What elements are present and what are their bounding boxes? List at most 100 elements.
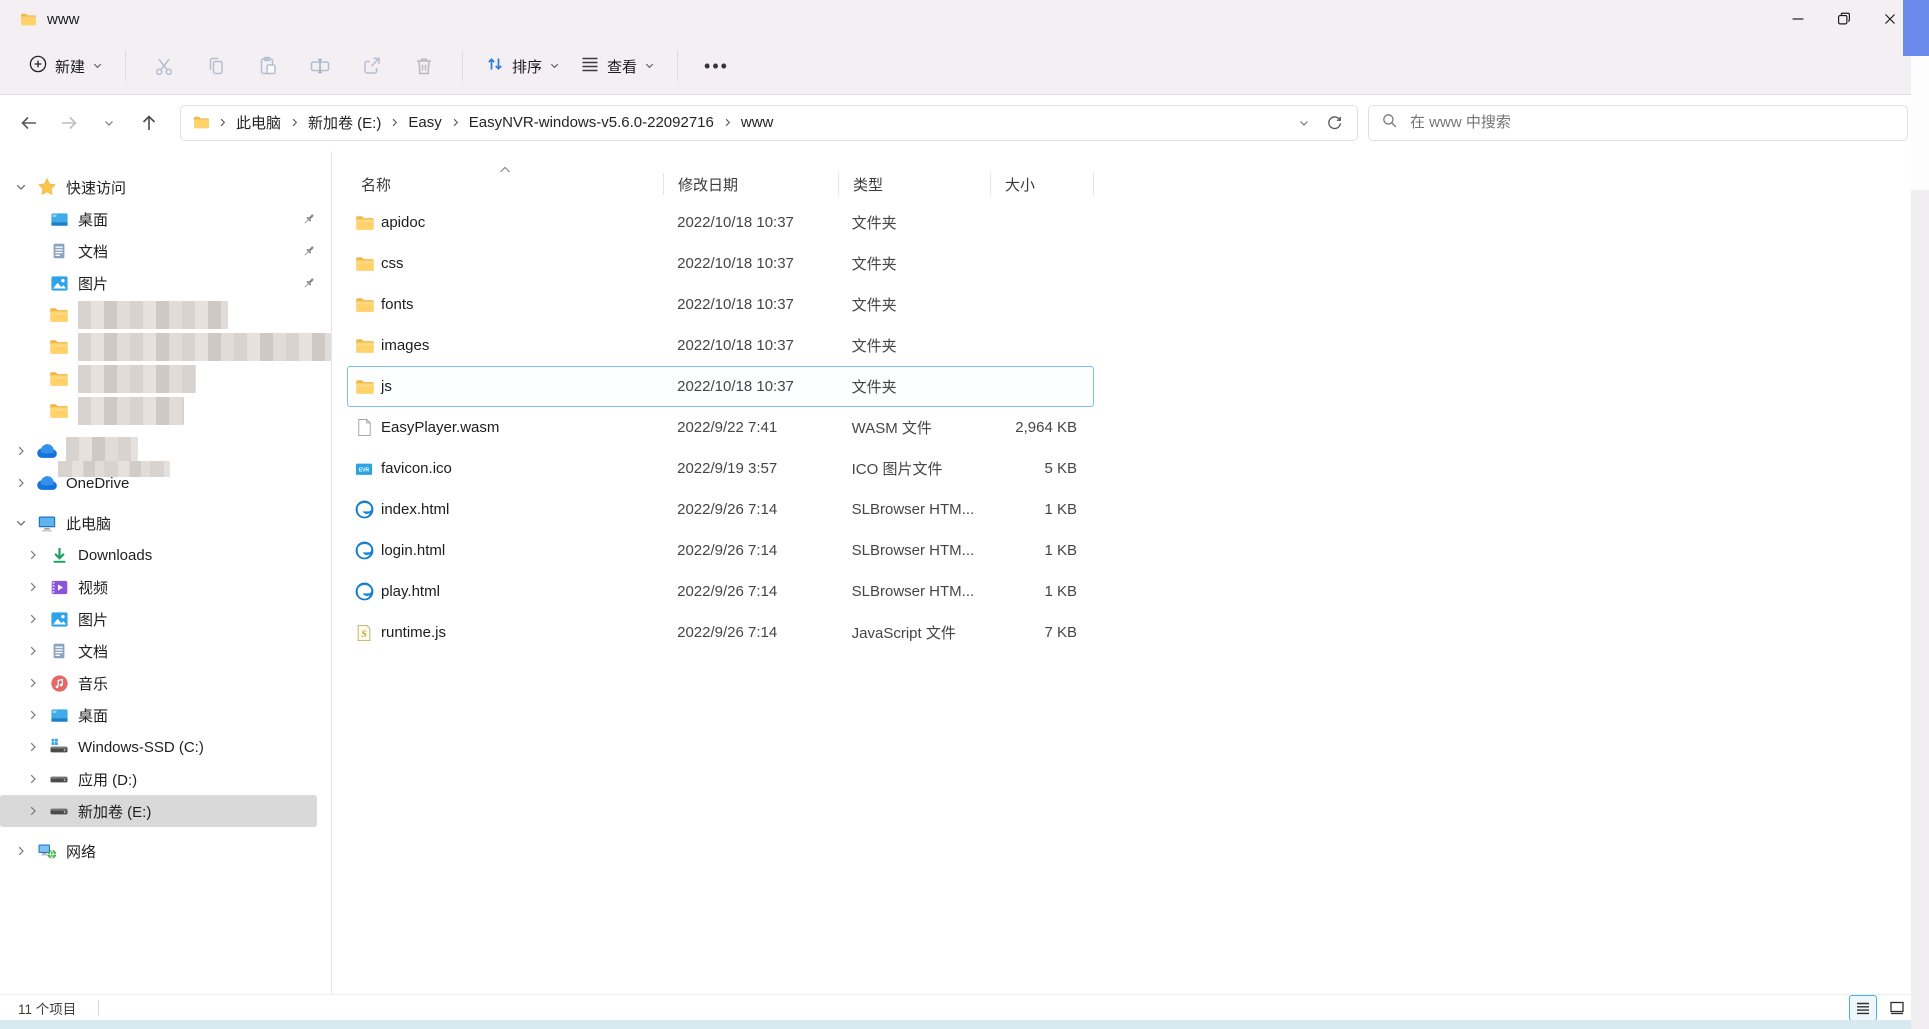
chevron-right-icon[interactable] [20,581,46,593]
share-button[interactable] [350,48,394,84]
file-row-index.html[interactable]: index.html 2022/9/26 7:14 SLBrowser HTM...… [347,489,1094,530]
file-row-apidoc[interactable]: apidoc 2022/10/18 10:37 文件夹 [347,202,1094,243]
address-bar[interactable]: 此电脑 新加卷 (E:) Easy EasyNVR-windows-v5.6.0-22… [180,104,1358,141]
file-date: 2022/9/26 7:14 [677,583,778,600]
background-window-sliver [1903,0,1929,56]
file-type: 文件夹 [851,215,897,232]
chevron-right-icon[interactable] [8,477,34,489]
sidebar-item-folder-redacted-4[interactable] [0,395,331,427]
blurred-region [58,461,170,477]
view-button[interactable]: 查看 [570,48,665,84]
document-icon [46,642,72,660]
sidebar-item-label: 图片 [78,611,109,629]
file-html-icon [355,541,381,560]
details-view-button[interactable] [1849,994,1877,1021]
new-button[interactable]: 新建 [18,48,113,84]
file-row-js[interactable]: js 2022/10/18 10:37 文件夹 [347,366,1094,407]
cloud-icon [34,443,60,459]
paste-button[interactable] [246,48,290,84]
chevron-right-icon[interactable] [8,445,34,457]
cut-button[interactable] [142,48,186,84]
column-header-date[interactable]: 修改日期 [663,173,838,195]
sidebar-item-this-pc[interactable]: 此电脑 [0,507,331,539]
sidebar-item-videos[interactable]: 视频 [0,571,331,603]
sidebar-item-downloads[interactable]: Downloads [0,539,331,571]
refresh-button[interactable] [1319,109,1349,137]
sort-button[interactable]: 排序 [475,48,570,84]
sidebar-item-drive-c[interactable]: Windows-SSD (C:) [0,731,331,763]
recent-locations-button[interactable] [92,107,126,139]
back-button[interactable] [12,107,46,139]
breadcrumb-segment[interactable]: EasyNVR-windows-v5.6.0-22092716 [462,110,721,135]
file-name: index.html [381,501,450,518]
search-box[interactable] [1368,104,1908,141]
sidebar-item-drive-e[interactable]: 新加卷 (E:) [0,795,317,827]
chevron-right-icon[interactable] [20,773,46,785]
breadcrumb-segment[interactable]: Easy [401,110,448,135]
file-row-play.html[interactable]: play.html 2022/9/26 7:14 SLBrowser HTM... 1… [347,571,1094,612]
chevron-down-icon [92,58,103,75]
rename-button[interactable] [298,48,342,84]
chevron-right-icon[interactable] [20,645,46,657]
sidebar-item-documents[interactable]: 文档 [0,635,331,667]
breadcrumb-segment[interactable]: 此电脑 [229,108,288,137]
delete-button[interactable] [402,48,446,84]
sidebar-item-pictures[interactable]: 图片 [0,603,331,635]
file-type: 文件夹 [851,297,897,314]
file-row-images[interactable]: images 2022/10/18 10:37 文件夹 [347,325,1094,366]
chevron-right-icon[interactable] [8,845,34,857]
minimize-button[interactable] [1775,0,1821,38]
chevron-right-icon[interactable] [20,709,46,721]
file-row-EasyPlayer.wasm[interactable]: EasyPlayer.wasm 2022/9/22 7:41 WASM 文件 2,96… [347,407,1094,448]
file-name-cell: fonts [348,295,663,315]
sidebar-item-folder-redacted-3[interactable] [0,363,331,395]
forward-button[interactable] [52,107,86,139]
file-size: 7 KB [1044,624,1077,641]
sidebar-item-pictures-pinned[interactable]: 图片 [0,267,331,299]
sidebar-item-documents-pinned[interactable]: 文档 [0,235,331,267]
thumbnail-view-button[interactable] [1883,995,1911,1021]
sidebar-item-desktop-pinned[interactable]: 桌面 [0,203,331,235]
chevron-right-icon[interactable] [20,613,46,625]
copy-button[interactable] [194,48,238,84]
sidebar-item-label: 网络 [66,843,97,861]
file-type: 文件夹 [851,256,897,273]
chevron-down-icon[interactable] [8,181,34,193]
sidebar-item-quick-access[interactable]: 快速访问 [0,171,331,203]
column-header-type[interactable]: 类型 [838,173,990,195]
address-dropdown-button[interactable] [1289,109,1319,137]
breadcrumb-segment[interactable]: 新加卷 (E:) [301,108,388,137]
up-button[interactable] [132,107,166,139]
sidebar-item-network[interactable]: 网络 [0,835,331,867]
window-chrome: www 新建 排序 查看 ••• [0,0,1929,95]
background-window-sliver [1911,190,1929,1029]
breadcrumb-segment[interactable]: www [734,110,781,135]
search-input[interactable] [1408,113,1895,132]
sidebar-item-music[interactable]: 音乐 [0,667,331,699]
sidebar-item-folder-redacted-2[interactable] [0,331,331,363]
status-bar: 11 个项目 [0,994,1929,1021]
file-type: 文件夹 [851,379,897,396]
chevron-right-icon[interactable] [20,741,46,753]
chevron-right-icon[interactable] [20,549,46,561]
chevron-down-icon[interactable] [8,517,34,529]
sidebar-item-desktop[interactable]: 桌面 [0,699,331,731]
restore-button[interactable] [1821,0,1867,38]
file-type: SLBrowser HTM... [851,542,975,559]
file-row-fonts[interactable]: fonts 2022/10/18 10:37 文件夹 [347,284,1094,325]
desktop-icon [46,210,72,229]
column-header-size[interactable]: 大小 [990,173,1094,195]
file-row-css[interactable]: css 2022/10/18 10:37 文件夹 [347,243,1094,284]
file-row-runtime.js[interactable]: Sruntime.js 2022/9/26 7:14 JavaScript 文件 7 … [347,612,1094,653]
more-options-button[interactable]: ••• [690,56,743,77]
sidebar-item-folder-redacted-1[interactable] [0,299,331,331]
breadcrumb-chevron-icon [389,117,400,128]
file-name-cell: css [348,254,663,274]
file-html-icon [355,582,381,601]
chevron-right-icon[interactable] [20,677,46,689]
file-row-favicon.ico[interactable]: EVR favicon.ico 2022/9/19 3:57 ICO 图片文件 5 KB [347,448,1094,489]
cloud-icon [34,475,60,491]
file-row-login.html[interactable]: login.html 2022/9/26 7:14 SLBrowser HTM...… [347,530,1094,571]
chevron-right-icon[interactable] [20,805,46,817]
sidebar-item-drive-d[interactable]: 应用 (D:) [0,763,331,795]
